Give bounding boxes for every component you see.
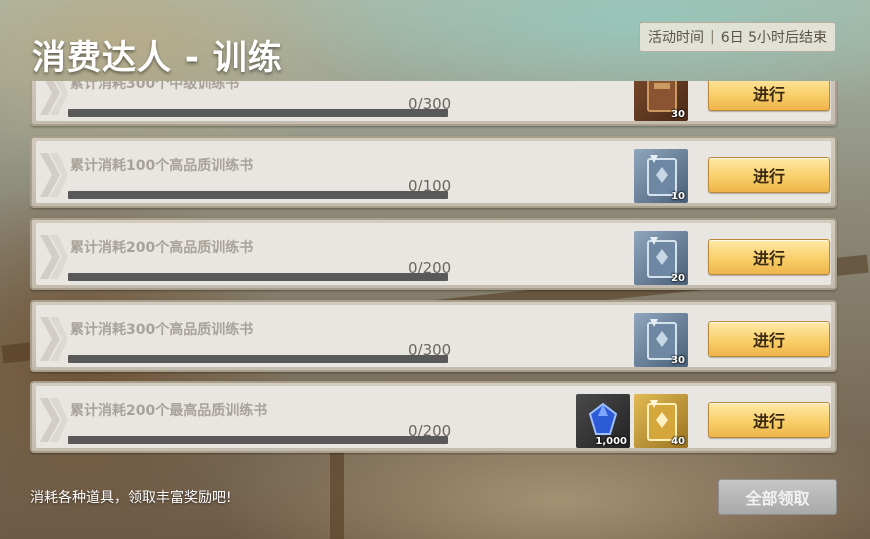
task-label: 累计消耗200个高品质训练书 bbox=[70, 240, 254, 256]
task-label: 累计消耗200个最高品质训练书 bbox=[70, 403, 268, 419]
go-button[interactable]: 进行 bbox=[708, 239, 830, 275]
blue-training-book-icon[interactable]: 30 bbox=[634, 313, 688, 367]
reward-count: 20 bbox=[671, 273, 685, 284]
task-row: 累计消耗100个高品质训练书 0/100 10 进行 bbox=[30, 136, 837, 208]
reward-count: 40 bbox=[671, 436, 685, 447]
chevron-right-icon bbox=[40, 398, 68, 442]
reward-count: 30 bbox=[671, 355, 685, 366]
task-row-body: 累计消耗200个高品质训练书 0/200 20 进行 bbox=[36, 223, 831, 285]
page-title: 消费达人 - 训练 bbox=[32, 38, 283, 78]
task-label: 累计消耗100个高品质训练书 bbox=[70, 158, 254, 174]
reward-count: 10 bbox=[671, 191, 685, 202]
go-button[interactable]: 进行 bbox=[708, 81, 830, 111]
task-row-body: 累计消耗200个最高品质训练书 0/200 1,000 40 进行 bbox=[36, 386, 831, 448]
brown-training-book-icon[interactable]: 30 bbox=[634, 81, 688, 121]
progress-bar bbox=[68, 109, 448, 117]
event-time-box: 活动时间 | 6日 5小时后结束 bbox=[639, 22, 836, 52]
chevron-right-icon bbox=[40, 317, 68, 361]
task-label: 累计消耗300个中级训练书 bbox=[70, 81, 240, 92]
task-row: 累计消耗300个中级训练书 0/300 30 进行 bbox=[30, 81, 837, 126]
task-row-body: 累计消耗100个高品质训练书 0/100 10 进行 bbox=[36, 141, 831, 203]
footer-tip: 消耗各种道具，领取丰富奖励吧! bbox=[30, 490, 232, 506]
chevron-right-icon bbox=[40, 235, 68, 279]
go-button[interactable]: 进行 bbox=[708, 402, 830, 438]
task-row: 累计消耗300个高品质训练书 0/300 30 进行 bbox=[30, 300, 837, 372]
time-separator: | bbox=[710, 29, 715, 45]
task-row: 累计消耗200个高品质训练书 0/200 20 进行 bbox=[30, 218, 837, 290]
gold-training-book-icon[interactable]: 40 bbox=[634, 394, 688, 448]
claim-all-button[interactable]: 全部领取 bbox=[718, 479, 837, 515]
chevron-right-icon bbox=[40, 153, 68, 197]
reward-count: 30 bbox=[671, 109, 685, 120]
blue-training-book-icon[interactable]: 20 bbox=[634, 231, 688, 285]
task-row-body: 累计消耗300个中级训练书 0/300 30 进行 bbox=[36, 81, 831, 121]
progress-bar bbox=[68, 355, 448, 363]
event-time-label: 活动时间 bbox=[648, 30, 705, 46]
task-row: 累计消耗200个最高品质训练书 0/200 1,000 40 进行 bbox=[30, 381, 837, 453]
progress-bar bbox=[68, 273, 448, 281]
progress-bar bbox=[68, 436, 448, 444]
task-list[interactable]: 累计消耗300个中级训练书 0/300 30 进行 累计消耗100个高品质训练书… bbox=[30, 81, 838, 455]
blue-gem-icon[interactable]: 1,000 bbox=[576, 394, 630, 448]
task-label: 累计消耗300个高品质训练书 bbox=[70, 322, 254, 338]
go-button[interactable]: 进行 bbox=[708, 321, 830, 357]
reward-count: 1,000 bbox=[595, 436, 627, 447]
chevron-right-icon bbox=[40, 81, 68, 115]
task-row-body: 累计消耗300个高品质训练书 0/300 30 进行 bbox=[36, 305, 831, 367]
go-button[interactable]: 进行 bbox=[708, 157, 830, 193]
progress-bar bbox=[68, 191, 448, 199]
event-time-value: 6日 5小时后结束 bbox=[720, 30, 827, 46]
blue-training-book-icon[interactable]: 10 bbox=[634, 149, 688, 203]
